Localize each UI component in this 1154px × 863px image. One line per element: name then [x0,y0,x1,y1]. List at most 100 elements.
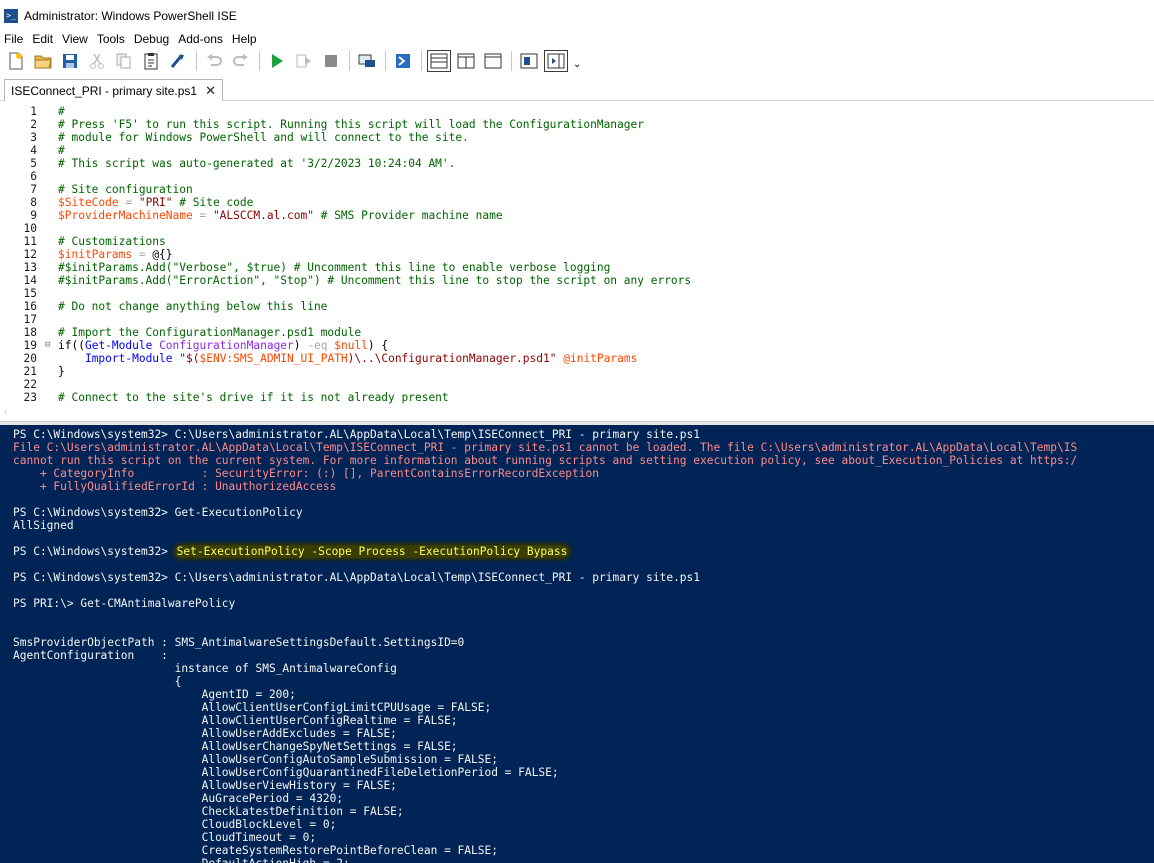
code-line: 6 [0,170,1154,183]
code-line: 21} [0,365,1154,378]
cut-icon[interactable] [85,50,109,72]
console-error-line: + FullyQualifiedErrorId : UnauthorizedAc… [13,480,337,493]
console-line: DefaultActionHigh = 2; [13,857,350,863]
code-line: 11 # Customizations [0,235,1154,248]
code-text: # [58,105,65,118]
code-text: # Do not change anything below this line [58,300,328,313]
code-line: 19 ⊟ if((Get-Module ConfigurationManager) … [0,339,1154,352]
line-number: 16 [23,300,37,313]
code-line: 3 # module for Windows PowerShell and wil… [0,131,1154,144]
code-line: 9 $ProviderMachineName = "ALSCCM.al.com" … [0,209,1154,222]
start-powershell-icon[interactable] [391,50,415,72]
script-tab-strip: ISEConnect_PRI - primary site.ps1 ✕ [0,76,1154,101]
code-line: 8 $SiteCode = "PRI" # Site code [0,196,1154,209]
horizontal-scrollbar[interactable]: ‹ [0,407,1154,421]
console-line: PS PRI:\> Get-CMAntimalwarePolicy [13,597,236,610]
code-text: # Press 'F5' to run this script. Running… [58,118,644,131]
toolbar-separator [259,50,260,71]
code-text: # Site configuration [58,183,193,196]
console-line: AllowUserConfigQuarantinedFileDeletionPe… [13,766,559,779]
line-number: 9 [30,209,37,222]
line-number: 4 [30,144,37,157]
line-number: 2 [30,118,37,131]
scroll-left-icon[interactable]: ‹ [4,407,7,418]
console-line: AllSigned [13,519,74,532]
stop-icon[interactable] [319,50,343,72]
console-line: AllowUserAddExcludes = FALSE; [13,727,397,740]
menu-debug[interactable]: Debug [130,31,174,47]
code-line: 12 $initParams = @{} [0,248,1154,261]
code-line: 2 # Press 'F5' to run this script. Runnin… [0,118,1154,131]
close-icon[interactable]: ✕ [205,83,216,99]
collapse-icon[interactable]: ⊟ [45,339,55,352]
code-text: $initParams = @{} [58,248,173,261]
code-line: 16 # Do not change anything below this li… [0,300,1154,313]
menu-tools[interactable]: Tools [93,31,130,47]
line-number: 19 [23,339,37,352]
menu-help[interactable]: Help [228,31,262,47]
code-text: # Import the ConfigurationManager.psd1 m… [58,326,362,339]
line-number: 1 [30,105,37,118]
code-line: 10 [0,222,1154,235]
code-text: # Connect to the site's drive if it is n… [58,391,449,404]
line-number: 17 [23,313,37,326]
toolbar-separator [196,50,197,71]
console-line: PS C:\Windows\system32> Set-ExecutionPol… [13,545,570,558]
copy-icon[interactable] [112,50,136,72]
console-line: CheckLatestDefinition = FALSE; [13,805,404,818]
code-text: if((Get-Module ConfigurationManager) -eq… [58,339,389,352]
new-remote-tab-icon[interactable] [355,50,379,72]
menu-file[interactable]: File [0,31,28,47]
save-icon[interactable] [58,50,82,72]
redo-icon[interactable] [229,50,253,72]
code-text: Import-Module "$($ENV:SMS_ADMIN_UI_PATH)… [84,352,638,365]
show-commands-icon[interactable] [517,50,541,72]
show-addon-icon[interactable] [544,49,568,72]
line-number: 3 [30,131,37,144]
line-number: 8 [30,196,37,209]
highlighted-command: Set-ExecutionPolicy -Scope Process -Exec… [174,545,570,558]
line-number: 15 [23,287,37,300]
script-tab-label: ISEConnect_PRI - primary site.ps1 [11,83,198,98]
code-line: 23 # Connect to the site's drive if it is… [0,391,1154,404]
code-text: } [58,365,65,378]
menu-edit[interactable]: Edit [28,31,58,47]
code-line: 22 [0,378,1154,391]
console-line: PS C:\Windows\system32> C:\Users\adminis… [13,428,701,441]
show-script-top-icon[interactable] [427,49,451,72]
script-tab[interactable]: ISEConnect_PRI - primary site.ps1 ✕ [4,79,223,101]
code-text: # Customizations [58,235,166,248]
show-script-right-icon[interactable] [454,50,478,72]
code-text: # [58,144,65,157]
paste-icon[interactable] [139,50,163,72]
code-text: #$initParams.Add("Verbose", $true) # Unc… [58,261,611,274]
toolbar-separator [349,50,350,71]
clear-console-icon[interactable] [166,50,190,72]
menu-view[interactable]: View [58,31,93,47]
code-line: 17 [0,313,1154,326]
line-number: 22 [23,378,37,391]
console-pane[interactable]: PS C:\Windows\system32> C:\Users\adminis… [0,425,1154,863]
toolbar-overflow-icon[interactable]: ⌄ [573,59,581,70]
new-script-icon[interactable] [4,50,28,72]
line-number: 20 [23,352,37,365]
line-number: 23 [23,391,37,404]
toolbar-separator [421,50,422,71]
code-line: 20 Import-Module "$($ENV:SMS_ADMIN_UI_PA… [0,352,1154,365]
menu-bar: File Edit View Tools Debug Add-ons Help [0,31,1154,47]
line-number: 5 [30,157,37,170]
script-editor[interactable]: 1 #2 # Press 'F5' to run this script. Runn… [0,102,1154,407]
code-line: 14 #$initParams.Add("ErrorAction", "Stop"… [0,274,1154,287]
console-line: AllowUserViewHistory = FALSE; [13,779,397,792]
run-selection-icon[interactable] [292,50,316,72]
code-text: $SiteCode = "PRI" # Site code [58,196,254,209]
code-line: 15 [0,287,1154,300]
undo-icon[interactable] [202,50,226,72]
show-script-max-icon[interactable] [481,50,505,72]
run-script-icon[interactable] [265,50,289,72]
code-text: $ProviderMachineName = "ALSCCM.al.com" #… [58,209,503,222]
open-folder-icon[interactable] [31,50,55,72]
console-line: CreateSystemRestorePointBeforeClean = FA… [13,844,498,857]
console-line: instance of SMS_AntimalwareConfig [13,662,397,675]
menu-addons[interactable]: Add-ons [174,31,228,47]
